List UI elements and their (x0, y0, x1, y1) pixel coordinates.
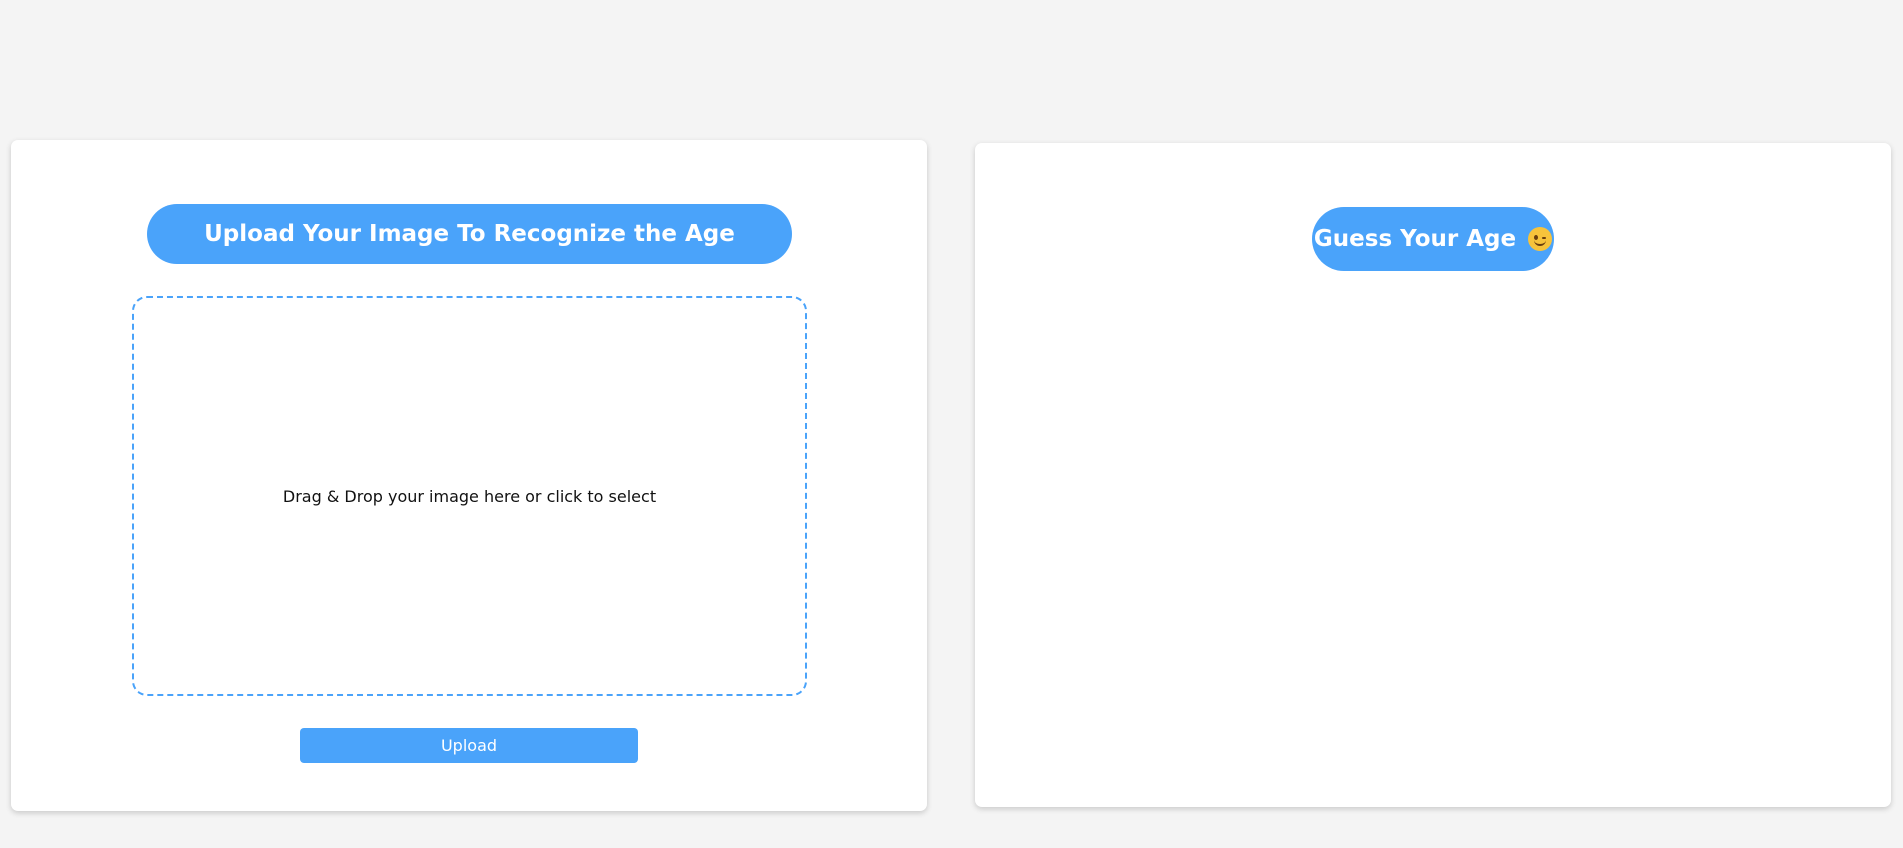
page: Upload Your Image To Recognize the Age D… (0, 0, 1903, 848)
upload-panel-title-text: Upload Your Image To Recognize the Age (204, 221, 735, 247)
guess-age-title-text: Guess Your Age (1313, 226, 1517, 252)
upload-panel-title: Upload Your Image To Recognize the Age (147, 204, 792, 264)
dropzone-instructions: Drag & Drop your image here or click to … (282, 486, 657, 506)
upload-panel: Upload Your Image To Recognize the Age D… (11, 140, 927, 811)
image-dropzone[interactable]: Drag & Drop your image here or click to … (132, 296, 807, 696)
result-panel: Guess Your Age (975, 143, 1891, 807)
guess-age-title: Guess Your Age (1312, 207, 1554, 271)
upload-button[interactable]: Upload (300, 728, 638, 763)
smiling-face-icon (1528, 227, 1553, 251)
